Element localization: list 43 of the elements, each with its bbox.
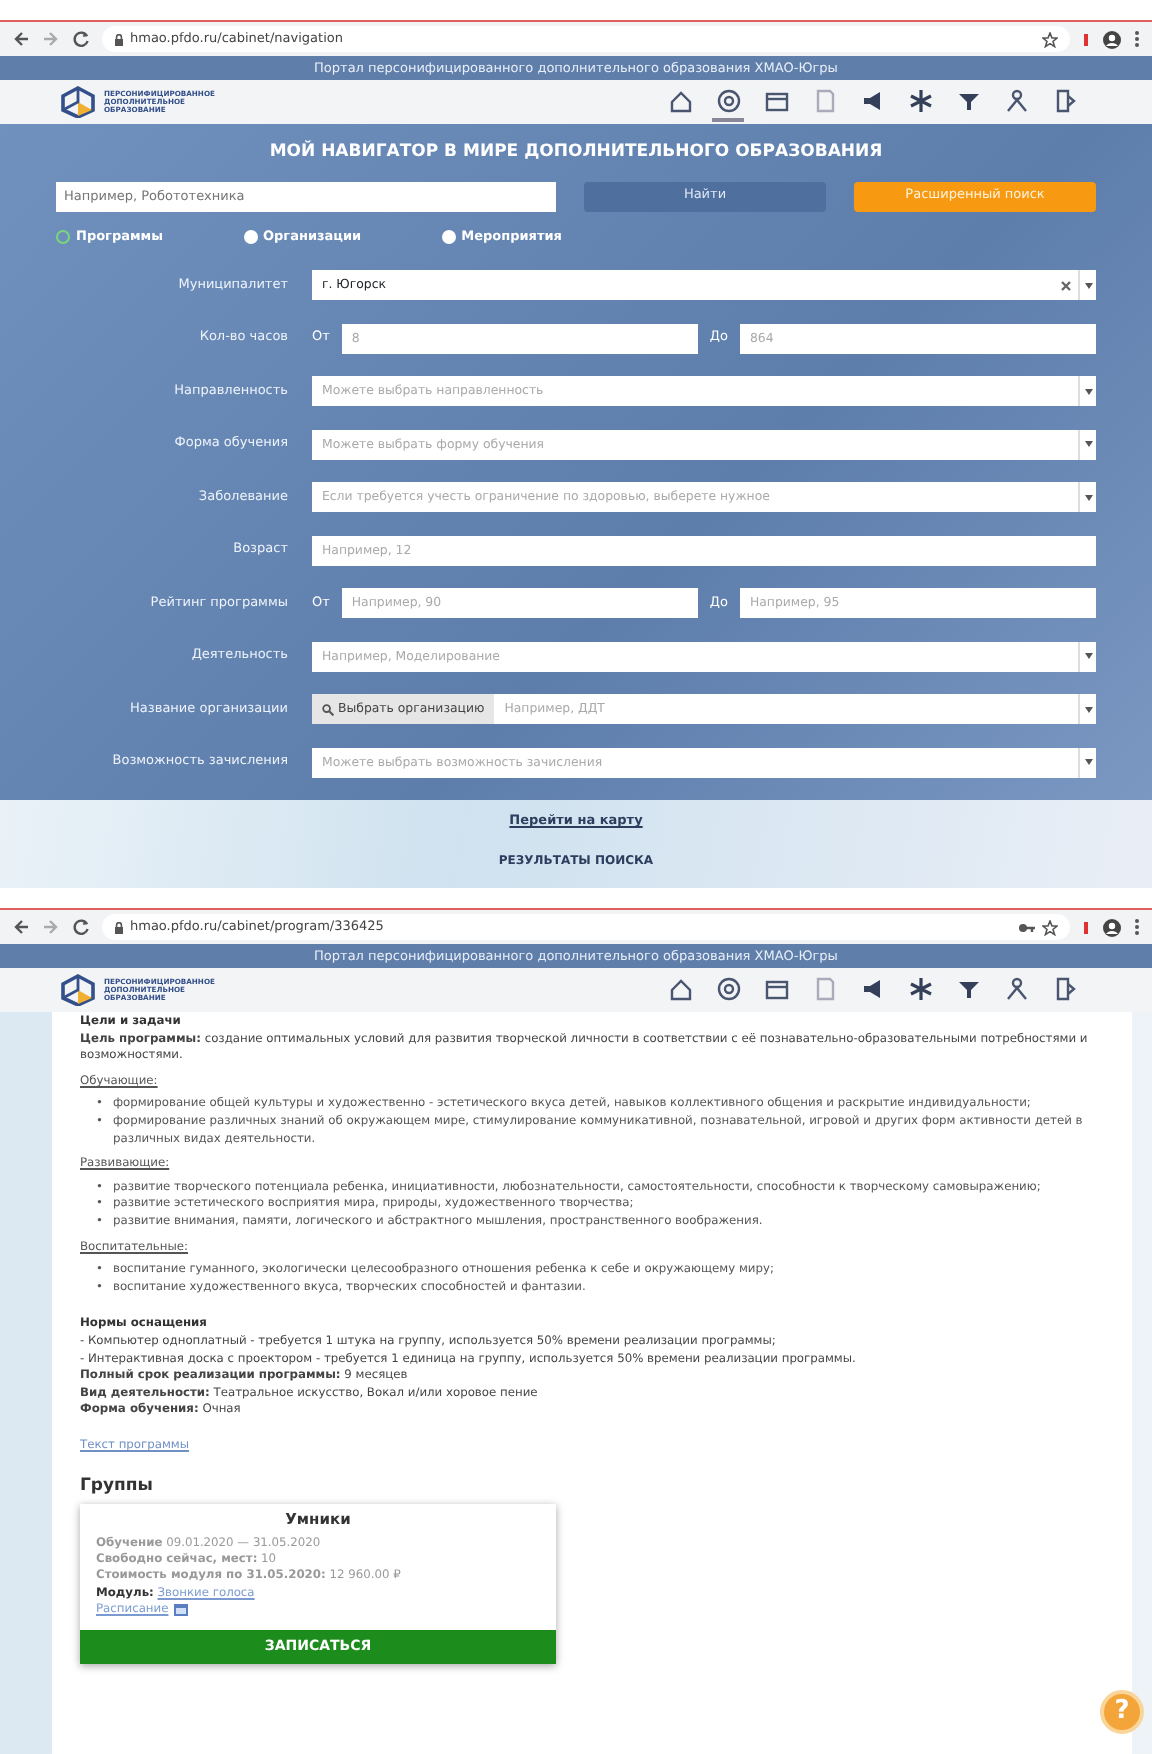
target-icon <box>715 975 741 1001</box>
profile-icon[interactable] <box>1102 917 1122 937</box>
caret-icon <box>1083 387 1093 396</box>
people-icon <box>1003 87 1029 113</box>
megaphone-icon <box>859 975 885 1001</box>
reload-icon[interactable] <box>72 30 90 48</box>
search-icon <box>322 703 334 716</box>
lock-icon <box>114 33 124 45</box>
lock-icon <box>114 921 124 933</box>
exit-icon <box>1051 975 1077 1001</box>
logo-icon[interactable] <box>60 86 96 118</box>
menu-icon[interactable] <box>1134 918 1140 936</box>
reload-icon[interactable] <box>72 918 90 936</box>
document-icon <box>811 975 837 1001</box>
back-icon[interactable] <box>12 30 30 48</box>
asterisk-icon <box>907 87 933 113</box>
caret-icon <box>1083 493 1093 502</box>
megaphone-icon <box>859 87 885 113</box>
clear-icon[interactable] <box>1060 279 1072 292</box>
asterisk-icon <box>907 975 933 1001</box>
calendar-icon[interactable] <box>174 1604 189 1617</box>
caret-icon <box>1083 440 1093 449</box>
menu-icon[interactable] <box>1134 30 1140 48</box>
exit-icon <box>1051 87 1077 113</box>
id-card-icon <box>763 87 789 113</box>
caret-icon <box>1083 652 1093 661</box>
caret-icon <box>1083 281 1093 290</box>
target-icon <box>715 87 741 113</box>
logo-icon[interactable] <box>60 974 96 1006</box>
id-card-icon <box>763 975 789 1001</box>
page-title: МОЙ НАВИГАТОР В МИРЕ ДОПОЛНИТЕЛЬНОГО ОБРАЗОВАНИЯ <box>267 140 885 166</box>
star-icon[interactable] <box>1042 31 1058 47</box>
home-icon <box>667 975 693 1001</box>
people-icon <box>1003 975 1029 1001</box>
caret-icon <box>1083 705 1093 714</box>
document-icon <box>811 87 837 113</box>
home-icon <box>667 87 693 113</box>
caret-icon <box>1083 758 1093 767</box>
key-icon[interactable] <box>1018 921 1036 933</box>
back-icon[interactable] <box>12 918 30 936</box>
profile-icon[interactable] <box>1102 29 1122 49</box>
star-icon[interactable] <box>1042 919 1058 935</box>
groups-heading: Группы <box>80 1478 155 1497</box>
